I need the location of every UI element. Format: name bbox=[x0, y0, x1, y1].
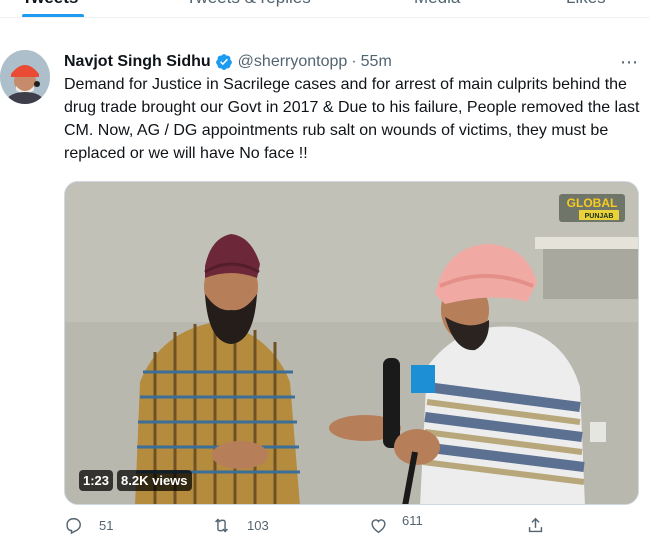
video-player[interactable]: GLOBAL PUNJAB 1:23 8.2K views bbox=[64, 181, 639, 505]
verified-badge-icon bbox=[215, 54, 232, 70]
video-badges: 1:23 8.2K views bbox=[79, 470, 192, 491]
tab-tweets-replies[interactable]: Tweets & replies bbox=[186, 0, 311, 8]
tweet-text: Demand for Justice in Sacrilege cases an… bbox=[64, 76, 640, 162]
like-button[interactable]: 611 bbox=[369, 513, 423, 535]
tweet-actions: 51 103 611 bbox=[64, 513, 584, 540]
share-icon bbox=[528, 517, 543, 533]
reply-button[interactable]: 51 bbox=[64, 516, 113, 535]
video-thumbnail: GLOBAL PUNJAB bbox=[65, 182, 638, 504]
share-button[interactable] bbox=[526, 516, 545, 535]
profile-tabs: Tweets Tweets & replies Media Likes bbox=[0, 0, 650, 18]
channel-logo-line1: GLOBAL bbox=[567, 196, 618, 210]
tabs-divider bbox=[0, 17, 650, 18]
video-view-count: 8.2K views bbox=[117, 470, 192, 491]
like-count: 611 bbox=[402, 513, 423, 528]
author-handle[interactable]: @sherryontopp bbox=[238, 53, 348, 71]
heart-icon bbox=[371, 519, 386, 534]
avatar-image bbox=[0, 50, 50, 104]
tab-tweets[interactable]: Tweets bbox=[22, 0, 78, 8]
channel-logo-line2: PUNJAB bbox=[585, 213, 614, 220]
retweet-button[interactable]: 103 bbox=[212, 516, 269, 535]
retweet-icon bbox=[215, 518, 228, 533]
author-name[interactable]: Navjot Singh Sidhu bbox=[64, 53, 211, 71]
header-separator: · bbox=[351, 53, 357, 70]
more-options-icon[interactable]: ⋯ bbox=[620, 52, 639, 73]
tab-media[interactable]: Media bbox=[414, 0, 460, 8]
tweet-timestamp[interactable]: 55m bbox=[361, 53, 392, 71]
avatar[interactable] bbox=[0, 50, 50, 104]
retweet-count: 103 bbox=[247, 518, 269, 533]
video-duration: 1:23 bbox=[79, 470, 114, 491]
tab-likes[interactable]: Likes bbox=[566, 0, 606, 8]
reply-icon bbox=[66, 518, 81, 535]
tweet-header: Navjot Singh Sidhu @sherryontopp · 55m bbox=[64, 51, 392, 73]
reply-count: 51 bbox=[99, 518, 114, 533]
